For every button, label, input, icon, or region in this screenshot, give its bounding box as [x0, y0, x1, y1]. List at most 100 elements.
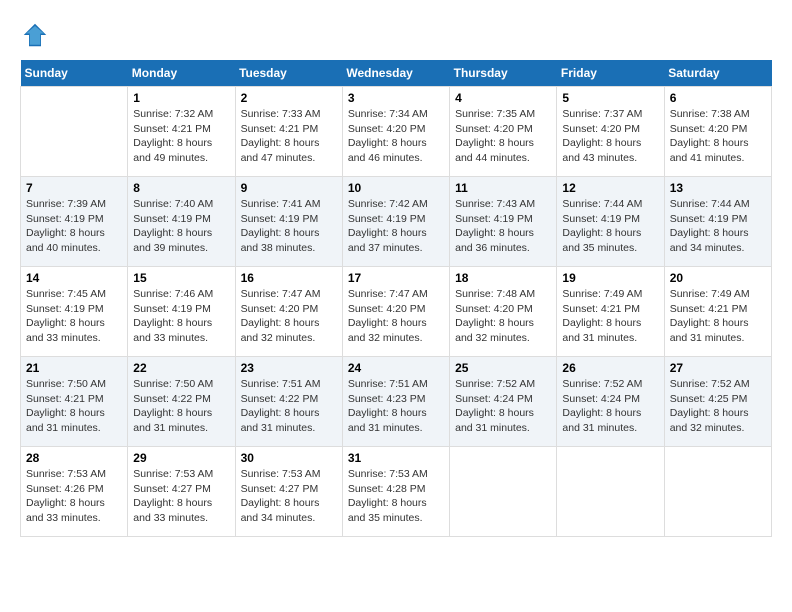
- calendar-cell: [450, 447, 557, 537]
- day-info: Sunrise: 7:53 AM Sunset: 4:27 PM Dayligh…: [241, 467, 337, 526]
- day-info: Sunrise: 7:33 AM Sunset: 4:21 PM Dayligh…: [241, 107, 337, 166]
- header-wednesday: Wednesday: [342, 60, 449, 87]
- day-number: 11: [455, 181, 551, 195]
- day-number: 23: [241, 361, 337, 375]
- day-info: Sunrise: 7:43 AM Sunset: 4:19 PM Dayligh…: [455, 197, 551, 256]
- day-number: 27: [670, 361, 766, 375]
- calendar-cell: 11 Sunrise: 7:43 AM Sunset: 4:19 PM Dayli…: [450, 177, 557, 267]
- day-info: Sunrise: 7:50 AM Sunset: 4:22 PM Dayligh…: [133, 377, 229, 436]
- day-info: Sunrise: 7:47 AM Sunset: 4:20 PM Dayligh…: [241, 287, 337, 346]
- day-info: Sunrise: 7:42 AM Sunset: 4:19 PM Dayligh…: [348, 197, 444, 256]
- calendar-cell: 31 Sunrise: 7:53 AM Sunset: 4:28 PM Dayli…: [342, 447, 449, 537]
- calendar-cell: 28Sunrise: 7:53 AM Sunset: 4:26 PM Dayli…: [21, 447, 128, 537]
- day-info: Sunrise: 7:38 AM Sunset: 4:20 PM Dayligh…: [670, 107, 766, 166]
- day-info: Sunrise: 7:52 AM Sunset: 4:24 PM Dayligh…: [562, 377, 658, 436]
- calendar-cell: 24 Sunrise: 7:51 AM Sunset: 4:23 PM Dayli…: [342, 357, 449, 447]
- day-number: 19: [562, 271, 658, 285]
- logo: [20, 20, 54, 50]
- day-number: 15: [133, 271, 229, 285]
- calendar-cell: 21Sunrise: 7:50 AM Sunset: 4:21 PM Dayli…: [21, 357, 128, 447]
- day-info: Sunrise: 7:44 AM Sunset: 4:19 PM Dayligh…: [562, 197, 658, 256]
- day-info: Sunrise: 7:50 AM Sunset: 4:21 PM Dayligh…: [26, 377, 122, 436]
- day-number: 18: [455, 271, 551, 285]
- day-info: Sunrise: 7:40 AM Sunset: 4:19 PM Dayligh…: [133, 197, 229, 256]
- calendar-cell: 8 Sunrise: 7:40 AM Sunset: 4:19 PM Daylig…: [128, 177, 235, 267]
- calendar-cell: 16 Sunrise: 7:47 AM Sunset: 4:20 PM Dayli…: [235, 267, 342, 357]
- page-container: SundayMondayTuesdayWednesdayThursdayFrid…: [20, 20, 772, 537]
- day-info: Sunrise: 7:45 AM Sunset: 4:19 PM Dayligh…: [26, 287, 122, 346]
- day-info: Sunrise: 7:52 AM Sunset: 4:25 PM Dayligh…: [670, 377, 766, 436]
- header-saturday: Saturday: [664, 60, 771, 87]
- day-info: Sunrise: 7:37 AM Sunset: 4:20 PM Dayligh…: [562, 107, 658, 166]
- day-number: 4: [455, 91, 551, 105]
- header-thursday: Thursday: [450, 60, 557, 87]
- calendar-cell: 9 Sunrise: 7:41 AM Sunset: 4:19 PM Daylig…: [235, 177, 342, 267]
- calendar-cell: [21, 87, 128, 177]
- day-number: 10: [348, 181, 444, 195]
- calendar-cell: 13 Sunrise: 7:44 AM Sunset: 4:19 PM Dayli…: [664, 177, 771, 267]
- day-info: Sunrise: 7:32 AM Sunset: 4:21 PM Dayligh…: [133, 107, 229, 166]
- day-info: Sunrise: 7:53 AM Sunset: 4:26 PM Dayligh…: [26, 467, 122, 526]
- calendar-cell: 26 Sunrise: 7:52 AM Sunset: 4:24 PM Dayli…: [557, 357, 664, 447]
- day-number: 13: [670, 181, 766, 195]
- calendar-cell: [557, 447, 664, 537]
- day-info: Sunrise: 7:48 AM Sunset: 4:20 PM Dayligh…: [455, 287, 551, 346]
- calendar: SundayMondayTuesdayWednesdayThursdayFrid…: [20, 60, 772, 537]
- day-number: 6: [670, 91, 766, 105]
- calendar-cell: 2 Sunrise: 7:33 AM Sunset: 4:21 PM Daylig…: [235, 87, 342, 177]
- day-info: Sunrise: 7:53 AM Sunset: 4:28 PM Dayligh…: [348, 467, 444, 526]
- header-monday: Monday: [128, 60, 235, 87]
- day-number: 7: [26, 181, 122, 195]
- week-row-4: 28Sunrise: 7:53 AM Sunset: 4:26 PM Dayli…: [21, 447, 772, 537]
- calendar-cell: 10 Sunrise: 7:42 AM Sunset: 4:19 PM Dayli…: [342, 177, 449, 267]
- day-number: 2: [241, 91, 337, 105]
- day-info: Sunrise: 7:39 AM Sunset: 4:19 PM Dayligh…: [26, 197, 122, 256]
- week-row-1: 7 Sunrise: 7:39 AM Sunset: 4:19 PM Daylig…: [21, 177, 772, 267]
- header-friday: Friday: [557, 60, 664, 87]
- calendar-cell: 22Sunrise: 7:50 AM Sunset: 4:22 PM Dayli…: [128, 357, 235, 447]
- day-info: Sunrise: 7:44 AM Sunset: 4:19 PM Dayligh…: [670, 197, 766, 256]
- calendar-cell: [664, 447, 771, 537]
- calendar-cell: 18 Sunrise: 7:48 AM Sunset: 4:20 PM Dayli…: [450, 267, 557, 357]
- day-info: Sunrise: 7:51 AM Sunset: 4:22 PM Dayligh…: [241, 377, 337, 436]
- day-info: Sunrise: 7:49 AM Sunset: 4:21 PM Dayligh…: [670, 287, 766, 346]
- calendar-cell: 3 Sunrise: 7:34 AM Sunset: 4:20 PM Daylig…: [342, 87, 449, 177]
- day-number: 25: [455, 361, 551, 375]
- day-info: Sunrise: 7:41 AM Sunset: 4:19 PM Dayligh…: [241, 197, 337, 256]
- calendar-cell: 19 Sunrise: 7:49 AM Sunset: 4:21 PM Dayli…: [557, 267, 664, 357]
- day-info: Sunrise: 7:46 AM Sunset: 4:19 PM Dayligh…: [133, 287, 229, 346]
- calendar-header-row: SundayMondayTuesdayWednesdayThursdayFrid…: [21, 60, 772, 87]
- calendar-cell: 15 Sunrise: 7:46 AM Sunset: 4:19 PM Dayli…: [128, 267, 235, 357]
- day-number: 24: [348, 361, 444, 375]
- week-row-3: 21Sunrise: 7:50 AM Sunset: 4:21 PM Dayli…: [21, 357, 772, 447]
- day-number: 5: [562, 91, 658, 105]
- day-info: Sunrise: 7:34 AM Sunset: 4:20 PM Dayligh…: [348, 107, 444, 166]
- day-number: 8: [133, 181, 229, 195]
- day-number: 30: [241, 451, 337, 465]
- day-info: Sunrise: 7:35 AM Sunset: 4:20 PM Dayligh…: [455, 107, 551, 166]
- day-info: Sunrise: 7:51 AM Sunset: 4:23 PM Dayligh…: [348, 377, 444, 436]
- day-number: 16: [241, 271, 337, 285]
- calendar-cell: 17Sunrise: 7:47 AM Sunset: 4:20 PM Dayli…: [342, 267, 449, 357]
- day-number: 1: [133, 91, 229, 105]
- day-number: 14: [26, 271, 122, 285]
- day-number: 20: [670, 271, 766, 285]
- day-number: 12: [562, 181, 658, 195]
- calendar-cell: 29Sunrise: 7:53 AM Sunset: 4:27 PM Dayli…: [128, 447, 235, 537]
- day-info: Sunrise: 7:53 AM Sunset: 4:27 PM Dayligh…: [133, 467, 229, 526]
- day-number: 26: [562, 361, 658, 375]
- week-row-2: 14 Sunrise: 7:45 AM Sunset: 4:19 PM Dayli…: [21, 267, 772, 357]
- calendar-cell: 30 Sunrise: 7:53 AM Sunset: 4:27 PM Dayli…: [235, 447, 342, 537]
- week-row-0: 1 Sunrise: 7:32 AM Sunset: 4:21 PM Daylig…: [21, 87, 772, 177]
- day-number: 31: [348, 451, 444, 465]
- calendar-cell: 20 Sunrise: 7:49 AM Sunset: 4:21 PM Dayli…: [664, 267, 771, 357]
- header: [20, 20, 772, 50]
- header-sunday: Sunday: [21, 60, 128, 87]
- day-info: Sunrise: 7:49 AM Sunset: 4:21 PM Dayligh…: [562, 287, 658, 346]
- day-number: 3: [348, 91, 444, 105]
- day-number: 9: [241, 181, 337, 195]
- calendar-cell: 6 Sunrise: 7:38 AM Sunset: 4:20 PM Daylig…: [664, 87, 771, 177]
- calendar-cell: 1 Sunrise: 7:32 AM Sunset: 4:21 PM Daylig…: [128, 87, 235, 177]
- header-tuesday: Tuesday: [235, 60, 342, 87]
- calendar-cell: 12 Sunrise: 7:44 AM Sunset: 4:19 PM Dayli…: [557, 177, 664, 267]
